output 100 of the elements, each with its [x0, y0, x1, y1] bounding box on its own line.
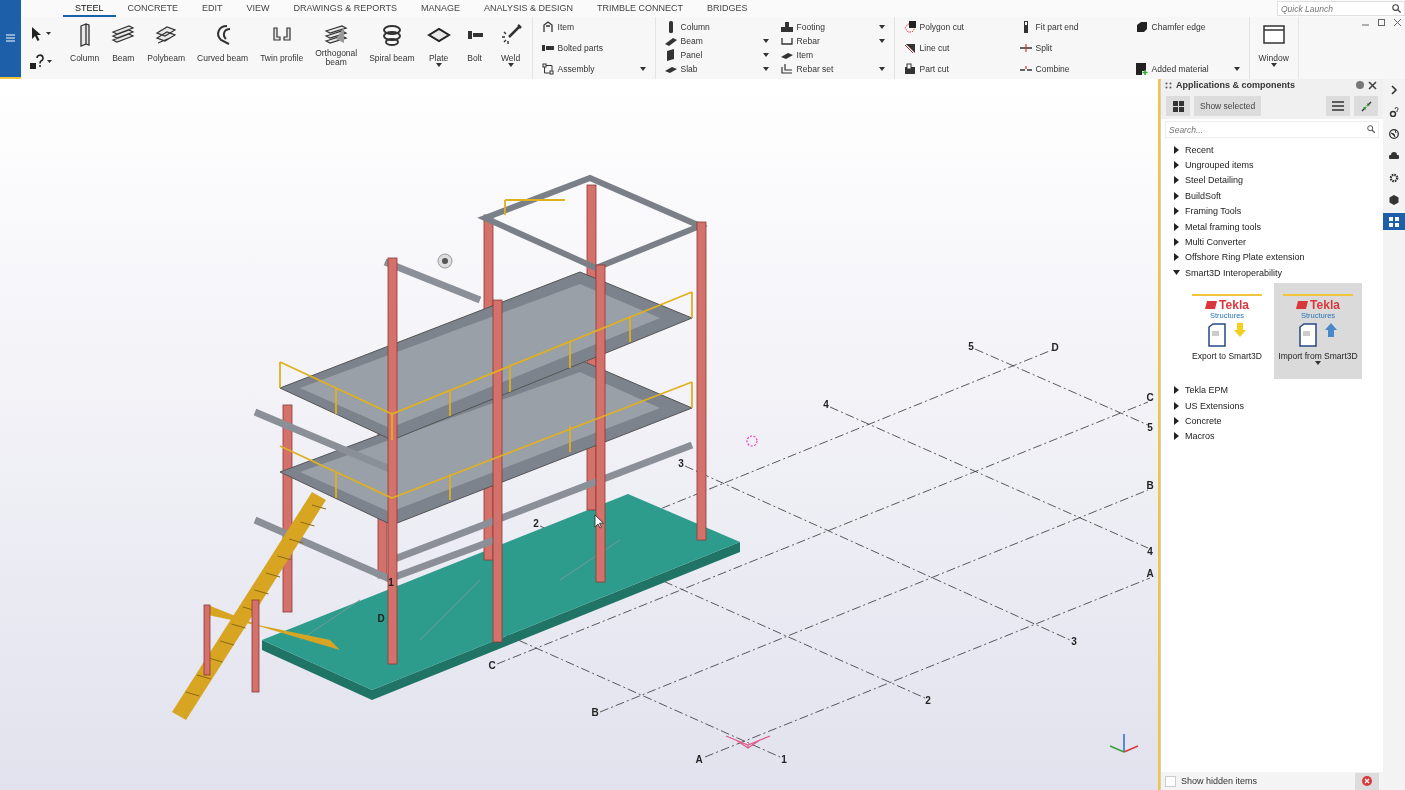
tree-item[interactable]: Metal framing tools	[1161, 218, 1383, 235]
cloud-icon	[1389, 150, 1399, 161]
chamfered-block-icon	[1135, 21, 1148, 33]
ribbon-button[interactable]: Polybeam	[141, 17, 192, 79]
tree-item[interactable]: US Extensions	[1161, 397, 1383, 414]
grid-label: B	[1146, 480, 1154, 491]
grid-label: 1	[388, 577, 394, 588]
ribbon-button[interactable]: Added material	[1133, 62, 1242, 76]
beam-icon	[664, 35, 677, 47]
ribbon-button[interactable]: Bolted parts	[539, 41, 648, 55]
grid-label: C	[1146, 392, 1154, 403]
tree-item[interactable]: Framing Tools	[1161, 203, 1383, 219]
grid-view-button[interactable]	[1166, 96, 1190, 116]
ribbon-button[interactable]: Weld	[492, 17, 529, 79]
ribbon-tab[interactable]: VIEW	[234, 0, 282, 17]
tree-item[interactable]: Recent	[1161, 142, 1383, 158]
ribbon-button[interactable]: Item	[778, 48, 887, 62]
ribbon-button[interactable]: Curved beam	[191, 17, 255, 79]
window-icon	[1261, 23, 1286, 47]
frame-icon	[541, 21, 554, 33]
list-view-button[interactable]	[1326, 96, 1350, 116]
ribbon-button[interactable]: Rebar	[778, 34, 887, 48]
ribbon-button[interactable]: Window	[1252, 17, 1295, 79]
tree-item[interactable]: Offshore Ring Plate extension	[1161, 249, 1383, 266]
ribbon-button[interactable]: Slab	[662, 62, 771, 76]
nodes-icon	[541, 63, 554, 75]
caret-icon	[47, 60, 52, 63]
logo-text: Tekla	[1219, 298, 1249, 311]
tree-item[interactable]: Tekla EPM	[1161, 382, 1383, 398]
footing-icon	[780, 21, 793, 33]
origin-symbol-icon	[725, 735, 771, 749]
tree-item[interactable]: Ungrouped items	[1161, 157, 1383, 173]
grid-label: 2	[533, 518, 539, 529]
caret-icon	[46, 32, 51, 35]
tree-item[interactable]: BuildSoft	[1161, 188, 1383, 204]
side-panel-button[interactable]	[1383, 213, 1405, 230]
model-view[interactable]: 5 D 4 C 5 3 B 2 4 A 1 D 3 C 2 B A 1	[0, 77, 1160, 790]
clear-button[interactable]	[1355, 772, 1379, 790]
ribbon-tab[interactable]: ANALYSIS & DESIGN	[472, 0, 585, 17]
plus-block-icon	[1135, 63, 1148, 75]
select-tool-button[interactable]	[31, 26, 51, 41]
tree-item[interactable]: Smart3D Interoperability	[1161, 265, 1383, 281]
tree-item[interactable]: Macros	[1161, 428, 1383, 445]
checkbox[interactable]	[1165, 775, 1176, 787]
ribbon-tab[interactable]: TRIMBLE CONNECT	[584, 0, 695, 17]
ribbon-tab[interactable]: MANAGE	[409, 0, 473, 17]
ribbon-button[interactable]: Twin profile	[254, 17, 310, 79]
dashed-circle-icon	[746, 435, 758, 447]
ribbon-button[interactable]: Orthogonal beam	[309, 17, 364, 79]
ribbon-button[interactable]: Bolt	[456, 17, 493, 79]
ribbon-button[interactable]: Polygon cut	[901, 20, 1010, 34]
search-field[interactable]: Search...	[1165, 121, 1379, 138]
tile-label: Import from Smart3D	[1278, 350, 1358, 361]
ribbon-button[interactable]: Beam	[105, 17, 142, 79]
ribbon-button[interactable]: Column	[662, 20, 771, 34]
rebar-icon	[780, 35, 793, 47]
ribbon-tab[interactable]: DRAWINGS & REPORTS	[281, 0, 410, 17]
ribbon-button[interactable]: Spiral beam	[363, 17, 421, 79]
mouse-pointer-icon	[594, 514, 604, 529]
ribbon-button[interactable]: Combine	[1017, 62, 1126, 76]
split-line-icon	[1019, 42, 1032, 54]
ribbon-tab[interactable]: EDIT	[190, 0, 235, 17]
ribbon-button[interactable]: Fit part end	[1017, 20, 1126, 34]
search-icon	[1367, 125, 1375, 133]
show-selected-button[interactable]: Show selected	[1194, 96, 1262, 116]
drag-handle-icon	[1165, 81, 1172, 89]
grid-label: B	[591, 707, 599, 718]
bent-bar-icon	[780, 63, 793, 75]
grid-label: 1	[781, 754, 787, 765]
tree-item[interactable]: Multi Converter	[1161, 234, 1383, 250]
ribbon-button[interactable]: Chamfer edge	[1133, 20, 1242, 34]
ribbon-button[interactable]: Part cut	[901, 62, 1010, 76]
tree-item[interactable]: Steel Detailing	[1161, 172, 1383, 189]
ribbon-button[interactable]: Panel	[662, 48, 771, 62]
ribbon-button[interactable]: Plate	[420, 17, 457, 79]
ribbon-button[interactable]: Beam	[662, 34, 771, 48]
tree-item[interactable]: Concrete	[1161, 413, 1383, 429]
pointer-icon	[31, 26, 43, 41]
ribbon-tab[interactable]: BRIDGES	[695, 0, 760, 17]
panel-icon	[664, 49, 677, 61]
ribbon-button[interactable]: Rebar set	[778, 62, 887, 76]
help-tool-button[interactable]	[30, 53, 52, 70]
apps-icon	[1389, 216, 1399, 227]
quick-launch-field[interactable]: Quick Launch	[1277, 1, 1405, 16]
document-icon	[1299, 322, 1317, 347]
ribbon-button[interactable]: Footing	[778, 20, 887, 34]
ribbon-tab[interactable]: CONCRETE	[115, 0, 191, 17]
close-circle-icon	[1362, 776, 1372, 786]
logo-rule	[1283, 293, 1353, 296]
menu-icon	[6, 34, 15, 42]
ribbon-button[interactable]: Column	[64, 17, 106, 79]
ribbon-button[interactable]: Item	[539, 20, 648, 34]
grid-label: 3	[678, 458, 684, 469]
grid-label: 4	[823, 399, 829, 410]
ribbon-button[interactable]: Line cut	[901, 41, 1010, 55]
hexagon-cut-icon	[903, 21, 916, 33]
ribbon-button[interactable]: Split	[1017, 41, 1126, 55]
ribbon-button[interactable]: Assembly	[539, 62, 648, 76]
grid-label: A	[695, 754, 703, 765]
angled-beam-icon	[324, 23, 349, 47]
